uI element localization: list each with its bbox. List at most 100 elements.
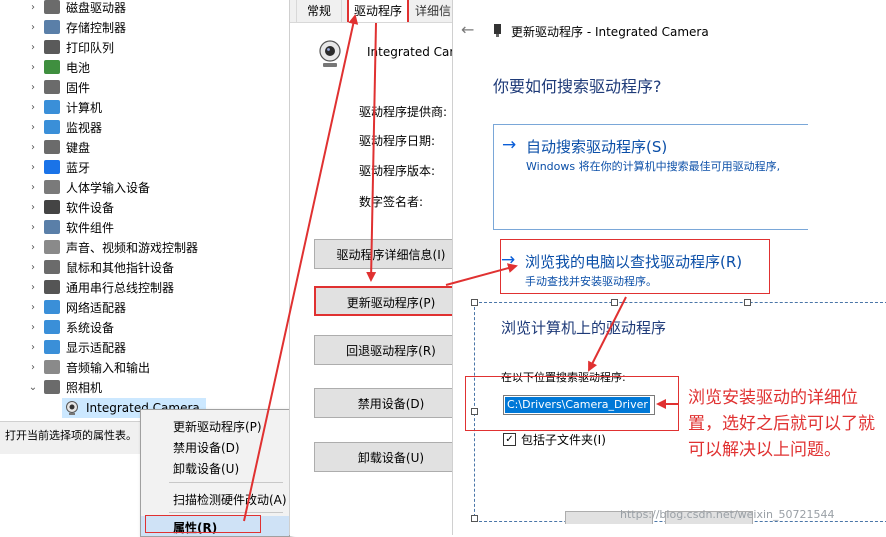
tree-item[interactable]: › 键盘	[0, 137, 289, 157]
update-driver-button[interactable]: 更新驱动程序(P)	[314, 286, 468, 316]
chevron-right-icon[interactable]: ›	[26, 82, 40, 93]
firmware-icon	[44, 80, 60, 94]
tree-item[interactable]: › 软件设备	[0, 197, 289, 217]
printer-icon	[44, 40, 60, 54]
highlight-path-input	[465, 376, 679, 431]
tree-item-label: 显示适配器	[66, 340, 127, 355]
menu-item-update-driver[interactable]: 更新驱动程序(P)	[141, 415, 289, 435]
tree-item[interactable]: › 磁盘驱动器	[0, 0, 289, 17]
tree-item[interactable]: › 系统设备	[0, 317, 289, 337]
software-device-icon	[44, 200, 60, 214]
network-adapter-icon	[44, 300, 60, 314]
mouse-icon	[44, 260, 60, 274]
chevron-right-icon[interactable]: ›	[26, 62, 40, 73]
tab-driver[interactable]: 驱动程序	[347, 0, 409, 24]
storage-controller-icon	[44, 20, 60, 34]
chevron-right-icon[interactable]: ›	[26, 142, 40, 153]
chevron-right-icon[interactable]: ›	[26, 122, 40, 133]
annotation-note: 浏览安装驱动的详细位置，选好之后就可以了就可以解决以上问题。	[688, 388, 875, 460]
tree-item[interactable]: › 计算机	[0, 97, 289, 117]
uninstall-device-button[interactable]: 卸载设备(U)	[314, 442, 468, 472]
tree-item[interactable]: › 电池	[0, 57, 289, 77]
chevron-right-icon[interactable]: ›	[26, 302, 40, 313]
tree-item[interactable]: › 固件	[0, 77, 289, 97]
tree-item[interactable]: › 通用串行总线控制器	[0, 277, 289, 297]
menu-separator	[169, 512, 283, 513]
tree-item-label: 通用串行总线控制器	[66, 280, 175, 295]
tree-item-label: 照相机	[66, 380, 103, 395]
tree-item-label: 系统设备	[66, 320, 115, 335]
tree-item[interactable]: › 音频输入和输出	[0, 357, 289, 377]
tree-item-label: 鼠标和其他指针设备	[66, 260, 175, 275]
include-subfolders-checkbox[interactable]: ✓ 包括子文件夹(I)	[503, 431, 606, 448]
tree-item[interactable]: › 软件组件	[0, 217, 289, 237]
chevron-right-icon[interactable]: ›	[26, 162, 40, 173]
driver-details-button[interactable]: 驱动程序详细信息(I)	[314, 239, 468, 269]
field-date-label: 驱动程序日期:	[359, 134, 436, 148]
search-question: 你要如何搜索驱动程序?	[493, 77, 662, 96]
field-version-label: 驱动程序版本:	[359, 164, 436, 178]
chevron-right-icon[interactable]: ›	[26, 2, 40, 13]
resize-handle[interactable]	[611, 299, 618, 306]
tree-item-label: 软件组件	[66, 220, 115, 235]
webcam-icon	[319, 40, 341, 67]
chevron-right-icon[interactable]: ›	[26, 282, 40, 293]
tree-item[interactable]: › 存储控制器	[0, 17, 289, 37]
tree-item-label: 声音、视频和游戏控制器	[66, 240, 199, 255]
include-subfolders-label: 包括子文件夹(I)	[521, 433, 606, 447]
chevron-right-icon[interactable]: ›	[26, 202, 40, 213]
chevron-right-icon[interactable]: ›	[26, 42, 40, 53]
tree-item-label: 网络适配器	[66, 300, 127, 315]
menu-item-scan-hardware[interactable]: 扫描检测硬件改动(A)	[141, 488, 289, 508]
chevron-right-icon[interactable]: ›	[26, 322, 40, 333]
chevron-right-icon[interactable]: ›	[26, 362, 40, 373]
window-title: 更新驱动程序 - Integrated Camera	[511, 25, 709, 39]
disable-device-button[interactable]: 禁用设备(D)	[314, 388, 468, 418]
tree-item[interactable]: › 监视器	[0, 117, 289, 137]
tree-item[interactable]: › 蓝牙	[0, 157, 289, 177]
rollback-driver-button[interactable]: 回退驱动程序(R)	[314, 335, 468, 365]
highlight-properties-menu	[145, 515, 261, 533]
chevron-down-icon[interactable]: ⌄	[26, 382, 40, 393]
computer-icon	[44, 100, 60, 114]
menu-item-uninstall-device[interactable]: 卸载设备(U)	[141, 457, 289, 477]
resize-handle[interactable]	[471, 299, 478, 306]
menu-item-disable-device[interactable]: 禁用设备(D)	[141, 436, 289, 456]
tree-item[interactable]: › 鼠标和其他指针设备	[0, 257, 289, 277]
watermark: https://blog.csdn.net/weixin_50721544	[620, 508, 835, 521]
tree-item-label: 蓝牙	[66, 160, 91, 175]
tab-general[interactable]: 常规	[296, 0, 342, 23]
disk-drive-icon	[44, 0, 60, 14]
chevron-right-icon[interactable]: ›	[26, 22, 40, 33]
tab-details[interactable]: 详细信	[409, 0, 457, 22]
tree-item[interactable]: › 显示适配器	[0, 337, 289, 357]
tree-item[interactable]: ⌄ 照相机	[0, 377, 289, 397]
tree-item-label: 人体学输入设备	[66, 180, 151, 195]
chevron-right-icon[interactable]: ›	[26, 262, 40, 273]
tree-item[interactable]: › 网络适配器	[0, 297, 289, 317]
resize-handle[interactable]	[471, 515, 478, 522]
tree-item-label: 电池	[66, 60, 91, 75]
tree-item-label: 软件设备	[66, 200, 115, 215]
option-auto-search[interactable]: → 自动搜索驱动程序(S) Windows 将在你的计算机中搜索最佳可用驱动程序…	[493, 124, 808, 230]
browse-title: 浏览计算机上的驱动程序	[501, 319, 667, 337]
battery-icon	[44, 60, 60, 74]
back-arrow-icon[interactable]: ←	[461, 20, 474, 39]
option-auto-desc: Windows 将在你的计算机中搜索最佳可用驱动程序,	[526, 160, 781, 173]
chevron-right-icon[interactable]: ›	[26, 342, 40, 353]
system-device-icon	[44, 320, 60, 334]
tree-item[interactable]: › 打印队列	[0, 37, 289, 57]
menu-separator	[169, 482, 283, 483]
tree-item-label: 打印队列	[66, 40, 115, 55]
chevron-right-icon[interactable]: ›	[26, 102, 40, 113]
tree-item[interactable]: › 声音、视频和游戏控制器	[0, 237, 289, 257]
highlight-browse-option	[500, 239, 770, 294]
resize-handle[interactable]	[744, 299, 751, 306]
device-tree: › 磁盘驱动器 › 存储控制器 › 打印队列 › 电池 › 固件 › 计算机 › 监视器 › 键盘 › 蓝牙 › 人体…	[0, 0, 289, 455]
chevron-right-icon[interactable]: ›	[26, 222, 40, 233]
tree-item[interactable]: › 人体学输入设备	[0, 177, 289, 197]
chevron-right-icon[interactable]: ›	[26, 182, 40, 193]
tree-item-label: 音频输入和输出	[66, 360, 151, 375]
chevron-right-icon[interactable]: ›	[26, 242, 40, 253]
bluetooth-icon	[44, 160, 60, 174]
